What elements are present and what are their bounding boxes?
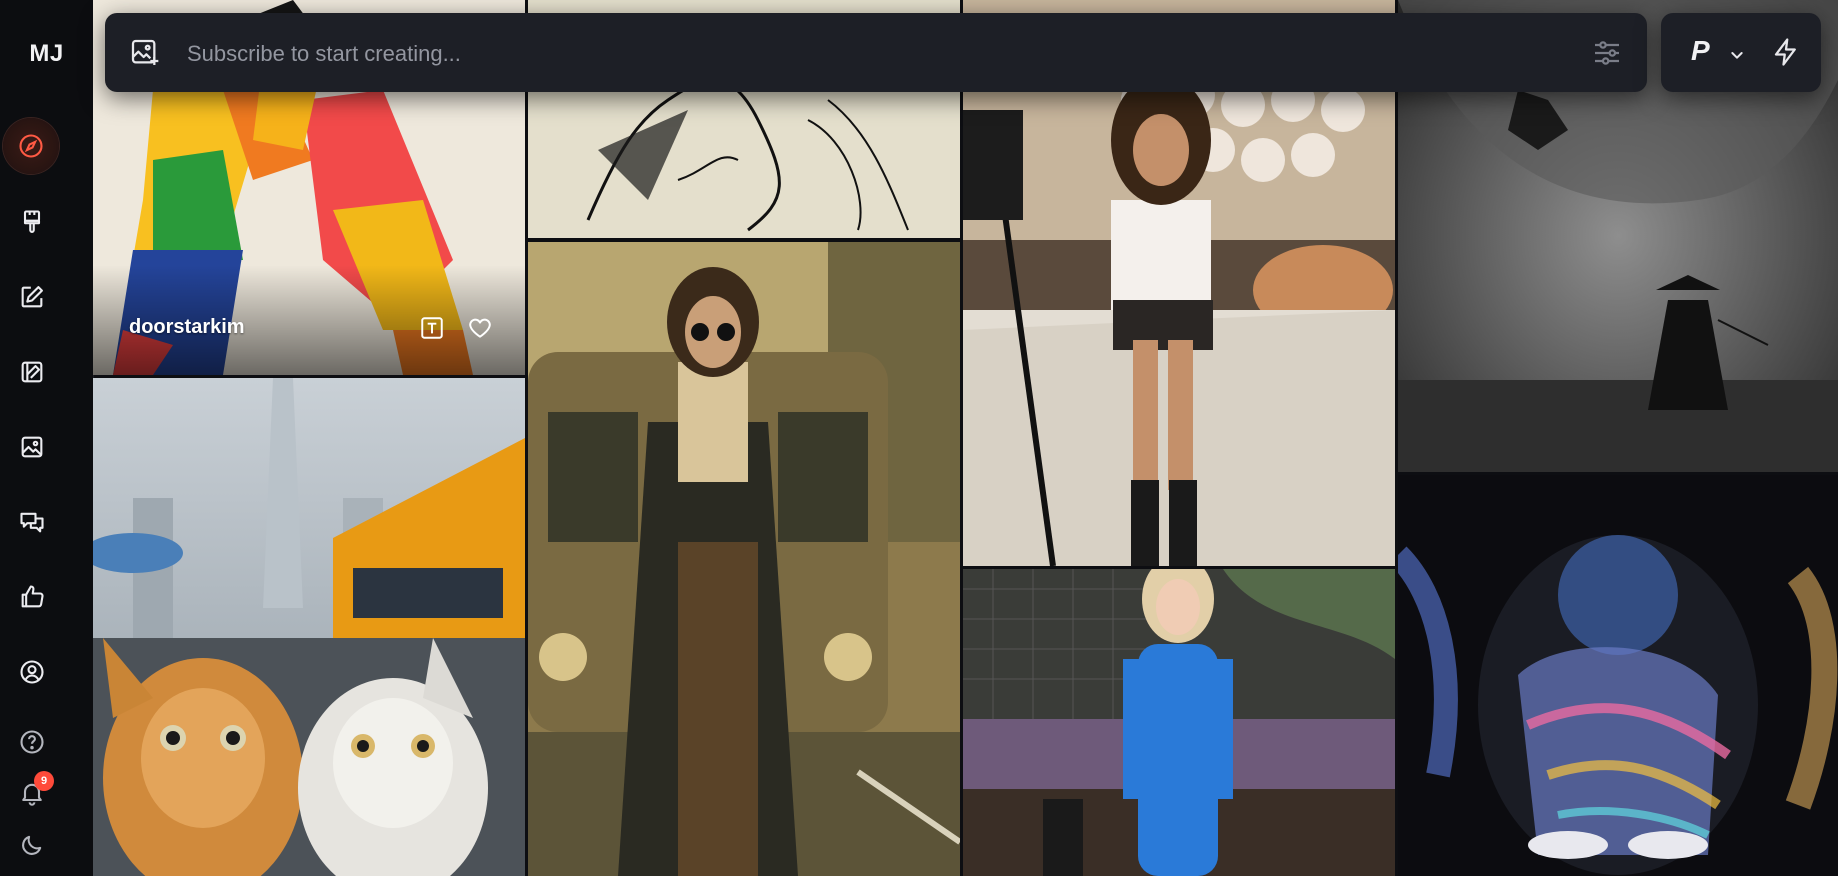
sidebar-item-theme[interactable] [14,827,50,863]
text-prompt-icon[interactable] [419,315,445,341]
settings-sliders-icon[interactable] [1591,37,1623,69]
image-icon [21,436,43,458]
edit-icon [21,286,43,308]
sidebar-item-notifications[interactable]: 9 [14,771,54,811]
palette-icon [21,361,43,383]
chevron-down-icon[interactable] [1729,47,1745,63]
tile-actions [419,315,493,341]
sidebar: MJ 9 [0,0,94,876]
sidebar-item-chat[interactable] [14,504,50,540]
help-icon [20,730,44,754]
feed-image-cats-bus[interactable] [93,378,525,876]
feed-image-woman-bus[interactable] [528,242,960,876]
prompt-input[interactable] [185,33,1489,75]
sidebar-item-explore[interactable] [3,118,59,174]
sidebar-item-organize[interactable] [14,429,50,465]
notification-badge: 9 [34,771,54,791]
chat-icon [20,512,44,533]
sidebar-item-profile[interactable] [14,654,50,690]
sidebar-item-tasks[interactable] [14,579,50,615]
add-image-icon[interactable] [129,37,161,69]
mode-selector: P [1661,13,1821,92]
compass-icon [19,134,43,158]
image-feed: doorstarkim [93,0,1838,876]
paintbrush-icon [23,210,41,233]
sidebar-item-edit[interactable] [14,279,50,315]
feed-image-prismatic-figure[interactable] [1398,475,1838,876]
thumbs-up-icon [21,585,44,608]
user-icon [20,660,44,684]
moon-icon [22,835,42,855]
personalization-toggle[interactable]: P [1691,35,1710,67]
tile-author[interactable]: doorstarkim [129,316,245,339]
feed-image-woman-blue-dress[interactable] [963,569,1395,876]
app-logo[interactable]: MJ [0,40,93,68]
sidebar-item-help[interactable] [14,724,50,760]
sidebar-item-create[interactable] [14,204,50,240]
prompt-bar [105,13,1647,92]
heart-icon[interactable] [467,315,493,341]
lightning-icon[interactable] [1771,37,1801,67]
sidebar-item-personalize[interactable] [14,354,50,390]
